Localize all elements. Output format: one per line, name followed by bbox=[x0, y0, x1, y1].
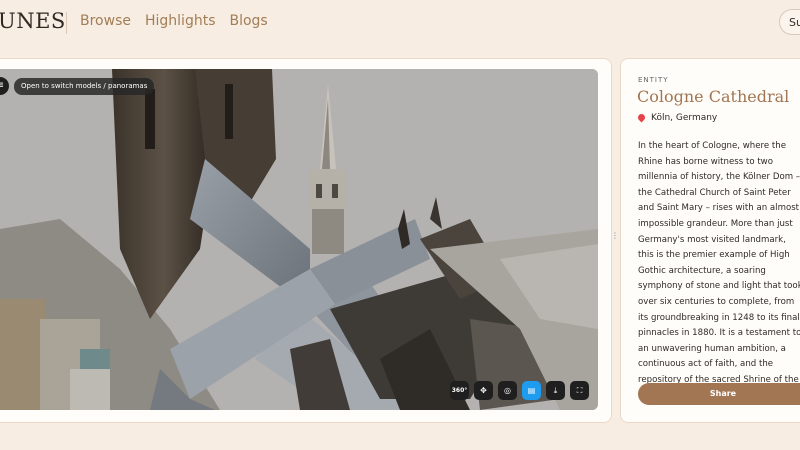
nav-blogs[interactable]: Blogs bbox=[229, 13, 267, 29]
nav-highlights[interactable]: Highlights bbox=[145, 13, 216, 29]
main-nav: Browse Highlights Blogs bbox=[80, 13, 268, 29]
viewer-toolbar: 360° ✥ ◎ ▤ ⤓ ⛶ bbox=[450, 381, 589, 400]
header: UNES Browse Highlights Blogs Su bbox=[0, 0, 800, 44]
entity-label: ENTITY bbox=[638, 76, 669, 84]
nav-browse[interactable]: Browse bbox=[80, 13, 131, 29]
cathedral-model-image bbox=[0, 69, 598, 410]
entity-info-panel: ENTITY Cologne Cathedral Köln, Germany I… bbox=[620, 58, 800, 423]
logo[interactable]: UNES bbox=[0, 9, 66, 33]
entity-location: Köln, Germany bbox=[636, 112, 718, 123]
entity-title: Cologne Cathedral bbox=[637, 87, 790, 106]
download-icon[interactable]: ⤓ bbox=[546, 381, 565, 400]
location-pin-icon bbox=[636, 112, 647, 122]
360-view-icon[interactable]: 360° bbox=[450, 381, 469, 400]
fullscreen-icon[interactable]: ⛶ bbox=[570, 381, 589, 400]
share-button[interactable]: Share bbox=[638, 383, 800, 405]
model-viewer[interactable]: Open to switch models / panoramas bbox=[0, 69, 598, 410]
panel-resize-handle[interactable]: ⋮⋮ bbox=[611, 232, 627, 243]
switch-model-tooltip: Open to switch models / panoramas bbox=[14, 78, 155, 95]
navigate-icon[interactable]: ✥ bbox=[474, 381, 493, 400]
header-divider bbox=[66, 12, 67, 34]
header-action-button[interactable]: Su bbox=[779, 9, 800, 35]
camera-icon[interactable]: ◎ bbox=[498, 381, 517, 400]
document-icon[interactable]: ▤ bbox=[522, 381, 541, 400]
location-text: Köln, Germany bbox=[651, 113, 718, 123]
entity-description: In the heart of Cologne, where the Rhine… bbox=[638, 141, 800, 385]
